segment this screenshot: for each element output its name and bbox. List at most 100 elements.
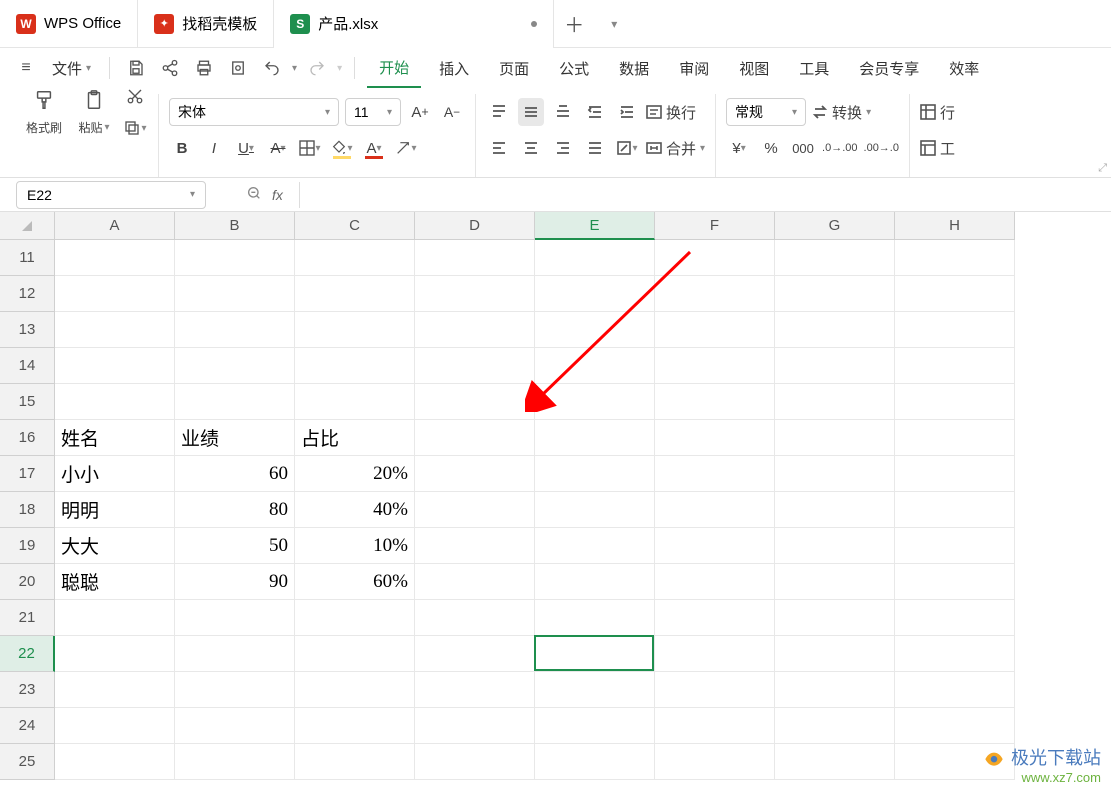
underline-button[interactable]: U▾ <box>233 134 259 162</box>
row-header-19[interactable]: 19 <box>0 528 55 564</box>
cell-E24[interactable] <box>535 708 655 744</box>
cell-H19[interactable] <box>895 528 1015 564</box>
copy-button[interactable]: ▾ <box>122 114 148 142</box>
menu-tab-vip[interactable]: 会员专享 <box>847 48 931 88</box>
row-header-15[interactable]: 15 <box>0 384 55 420</box>
italic-button[interactable]: I <box>201 134 227 162</box>
font-color-button[interactable]: A ▾ <box>361 134 387 162</box>
align-right-button[interactable] <box>550 134 576 162</box>
new-tab-button[interactable]: ＋ <box>554 9 594 38</box>
cut-button[interactable] <box>122 82 148 110</box>
cell-F21[interactable] <box>655 600 775 636</box>
cell-D18[interactable] <box>415 492 535 528</box>
menu-tab-tools[interactable]: 工具 <box>787 48 841 88</box>
column-header-H[interactable]: H <box>895 212 1015 240</box>
cell-B19[interactable]: 50 <box>175 528 295 564</box>
cell-G19[interactable] <box>775 528 895 564</box>
column-header-G[interactable]: G <box>775 212 895 240</box>
cell-B25[interactable] <box>175 744 295 780</box>
cell-E18[interactable] <box>535 492 655 528</box>
cell-E25[interactable] <box>535 744 655 780</box>
name-box[interactable]: E22 ▾ <box>16 181 206 209</box>
cell-C16[interactable]: 占比 <box>295 420 415 456</box>
cell-A21[interactable] <box>55 600 175 636</box>
row-header-11[interactable]: 11 <box>0 240 55 276</box>
cell-B24[interactable] <box>175 708 295 744</box>
menu-tab-start[interactable]: 开始 <box>367 48 421 88</box>
column-header-A[interactable]: A <box>55 212 175 240</box>
cell-E22[interactable] <box>535 636 655 672</box>
cell-A23[interactable] <box>55 672 175 708</box>
row-header-20[interactable]: 20 <box>0 564 55 600</box>
cell-F18[interactable] <box>655 492 775 528</box>
column-header-F[interactable]: F <box>655 212 775 240</box>
hamburger-icon[interactable]: ≡ <box>12 54 40 82</box>
column-header-D[interactable]: D <box>415 212 535 240</box>
cell-A14[interactable] <box>55 348 175 384</box>
cell-E15[interactable] <box>535 384 655 420</box>
ribbon-expand-icon[interactable]: ⤢ <box>1098 162 1107 175</box>
cell-H21[interactable] <box>895 600 1015 636</box>
tab-document[interactable]: S 产品.xlsx <box>274 0 554 48</box>
font-name-select[interactable]: 宋体 ▾ <box>169 98 339 126</box>
cell-B16[interactable]: 业绩 <box>175 420 295 456</box>
cell-E12[interactable] <box>535 276 655 312</box>
cell-C17[interactable]: 20% <box>295 456 415 492</box>
tab-list-button[interactable]: ▾ <box>594 17 634 31</box>
menu-tab-page[interactable]: 页面 <box>487 48 541 88</box>
merge-cells-button[interactable]: 合并 ▾ <box>646 134 705 162</box>
decrease-font-button[interactable]: A− <box>439 98 465 126</box>
cell-D24[interactable] <box>415 708 535 744</box>
tab-docer[interactable]: ✦ 找稻壳模板 <box>138 0 274 48</box>
cell-A11[interactable] <box>55 240 175 276</box>
fill-color-button[interactable]: ▾ <box>329 134 355 162</box>
row-header-18[interactable]: 18 <box>0 492 55 528</box>
cell-D14[interactable] <box>415 348 535 384</box>
bold-button[interactable]: B <box>169 134 195 162</box>
formula-input[interactable] <box>299 182 999 208</box>
undo-icon[interactable] <box>258 54 286 82</box>
cell-D19[interactable] <box>415 528 535 564</box>
tab-wps-office[interactable]: W WPS Office <box>0 0 138 48</box>
increase-font-button[interactable]: A+ <box>407 98 433 126</box>
file-menu[interactable]: 文件 ▾ <box>46 58 97 79</box>
cell-E21[interactable] <box>535 600 655 636</box>
cell-D13[interactable] <box>415 312 535 348</box>
cell-A24[interactable] <box>55 708 175 744</box>
cell-B12[interactable] <box>175 276 295 312</box>
cell-H24[interactable] <box>895 708 1015 744</box>
cell-H18[interactable] <box>895 492 1015 528</box>
cell-B15[interactable] <box>175 384 295 420</box>
save-icon[interactable] <box>122 54 150 82</box>
convert-button[interactable]: 转换 ▾ <box>812 98 871 126</box>
percent-button[interactable]: % <box>758 134 784 162</box>
cell-F14[interactable] <box>655 348 775 384</box>
wrap-text-button[interactable]: 换行 <box>646 98 696 126</box>
strikethrough-button[interactable]: A▾ <box>265 134 291 162</box>
row-header-21[interactable]: 21 <box>0 600 55 636</box>
align-bottom-button[interactable] <box>550 98 576 126</box>
row-header-16[interactable]: 16 <box>0 420 55 456</box>
cell-G17[interactable] <box>775 456 895 492</box>
cell-G23[interactable] <box>775 672 895 708</box>
column-header-C[interactable]: C <box>295 212 415 240</box>
cell-A16[interactable]: 姓名 <box>55 420 175 456</box>
comma-button[interactable]: 000 <box>790 134 816 162</box>
cell-F13[interactable] <box>655 312 775 348</box>
print-icon[interactable] <box>190 54 218 82</box>
row-header-14[interactable]: 14 <box>0 348 55 384</box>
cell-G15[interactable] <box>775 384 895 420</box>
cell-F20[interactable] <box>655 564 775 600</box>
cancel-formula-icon[interactable] <box>246 185 262 204</box>
cell-F17[interactable] <box>655 456 775 492</box>
chevron-down-icon[interactable]: ▾ <box>292 63 297 74</box>
cell-G21[interactable] <box>775 600 895 636</box>
cell-A20[interactable]: 聪聪 <box>55 564 175 600</box>
cell-G11[interactable] <box>775 240 895 276</box>
column-header-E[interactable]: E <box>535 212 655 240</box>
cell-A22[interactable] <box>55 636 175 672</box>
menu-tab-view[interactable]: 视图 <box>727 48 781 88</box>
cell-B21[interactable] <box>175 600 295 636</box>
align-middle-button[interactable] <box>518 98 544 126</box>
cell-E11[interactable] <box>535 240 655 276</box>
